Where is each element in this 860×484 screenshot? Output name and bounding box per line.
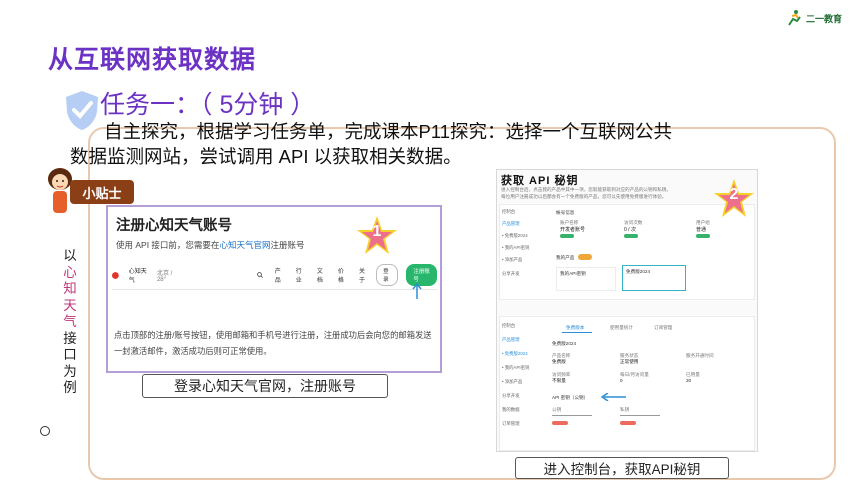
login-button[interactable]: 登录 [376,264,399,286]
detail-value: 正常使用 [620,359,639,364]
nav-city: 北京 / 28° [156,270,173,283]
side-item[interactable]: 订单管理 [502,421,550,427]
side-note-char: 以 [63,248,77,263]
arrow-left-icon [600,393,626,401]
side-menu-bottom: 控制台 产品管理 • 免费版2024 • 我的API密钥 • 添加产品 分享开发… [502,323,550,427]
product-card-selected[interactable]: 免费版2024 [622,265,686,291]
acct-value: 0 / 次 [624,227,636,233]
side-note-char: 口 [63,347,77,362]
side-item[interactable]: 分享开发 [502,271,550,277]
nav-item-industry[interactable]: 行业 [296,266,305,284]
detail-value: 不限量 [552,378,566,383]
side-menu-top: 控制台 产品管理 • 免费版2024 • 我的API密钥 • 添加产品 分享开发 [502,209,550,277]
console-bottom: 控制台 产品管理 • 免费版2024 • 我的API密钥 • 添加产品 分享开发… [499,316,755,451]
nav-divider [112,289,437,290]
side-item[interactable]: • 添加产品 [502,379,550,385]
register-subtitle: 使用 API 接口前，您需要在心知天气官网注册账号 [116,239,304,251]
api-key-label: API 密钥（公钥） [552,395,589,400]
side-item[interactable]: 控制台 [502,209,550,215]
api-key-title: 获取 API 秘钥 [501,175,579,187]
nav-brand: 心知天气 [128,269,147,284]
detail-value: 20 [686,378,692,383]
step2-star: 2 [713,178,755,218]
detail-label: 每日/月访问量 [620,372,649,377]
console-top: 控制台 产品管理 • 免费版2024 • 我的API密钥 • 添加产品 分享开发… [499,204,755,300]
side-note-char: 心 [63,264,77,280]
brand-logo: 二一教育 [785,8,855,28]
tab-usage[interactable]: 使用量统计 [610,325,633,331]
task-description: 自主探究，根据学习任务单，完成课本P11探究：选择一个互联网公共 数据监测网站，… [70,119,830,169]
side-item[interactable]: 我的数据 [502,407,550,413]
register-instructions: 点击顶部的注册/账号按钮，使用邮箱和手机号进行注册，注册成功后会向您的邮箱发送一… [114,330,432,356]
detail-value: 免费版 [552,359,566,364]
new-badge [578,254,592,260]
step1-caption: 登录心知天气官网，注册账号 [142,374,388,398]
copy-button[interactable] [620,421,636,425]
account-section-title: 帐号信息 [556,210,575,215]
acct-value: 普通 [696,227,707,233]
product-card-name: 我的API密钥 [560,271,586,276]
nav-item-products[interactable]: 产品 [275,266,284,284]
tab-subscribe[interactable]: 订阅管理 [654,325,672,331]
nav-item-about[interactable]: 关于 [359,266,368,284]
side-note-char: 天 [63,297,77,313]
private-key-label: 私钥 [620,407,630,412]
side-note-char: 例 [63,380,77,395]
step2-caption: 进入控制台，获取API秘钥 [515,457,729,479]
products-section-title: 我的产品 [556,255,575,260]
seniverse-link[interactable]: 心知天气官网 [219,240,270,250]
bullet-circle [40,426,50,436]
side-note: 以心知天气接口为例 [60,248,80,397]
brand-icon [112,271,119,279]
acct-pill[interactable] [696,234,710,238]
side-item[interactable]: • 添加产品 [502,257,550,263]
product-card[interactable]: 我的API密钥 [556,267,616,291]
step1-star: 1 [356,215,398,255]
nav-item-docs[interactable]: 文档 [317,266,326,284]
side-item[interactable]: 产品管理 [502,337,550,343]
public-key-field[interactable] [552,415,592,416]
side-item[interactable]: 产品管理 [502,221,550,227]
task-desc-line2: 数据监测网站，尝试调用 API 以获取相关数据。 [70,146,462,167]
tab-free[interactable]: 免费版本 [566,325,584,331]
nav-item-price[interactable]: 价格 [338,266,347,284]
slide-title: 从互联网获取数据 [48,46,257,74]
product-card-name: 免费版2024 [626,269,651,274]
api-intro-1: 进入控制台后，点击我的产品中其中一项，您就能获取到对应的产品的公钥和私钥。 [501,187,671,192]
side-item[interactable]: • 我的API密钥 [502,365,550,371]
api-intro-2: 每位用户注册成功以后都会有一个免费版的产品，您可以先使用免费版进行体验。 [501,194,667,199]
arrow-up-icon [412,283,422,299]
tab-underline [562,332,592,333]
side-note-char: 知 [63,281,77,296]
detail-title: 免费版2024 [552,341,577,346]
register-title: 注册心知天气账号 [116,218,232,234]
register-sub-suffix: 注册账号 [270,240,305,250]
search-icon[interactable] [256,271,263,279]
side-note-char: 接 [63,330,77,346]
side-note-char: 气 [63,314,77,329]
private-key-field[interactable] [620,415,660,416]
side-item[interactable]: • 我的API密钥 [502,245,550,251]
step1-number: 1 [372,223,382,240]
detail-label: 服务开通时间 [686,353,714,358]
acct-value: 开发者账号 [560,227,586,233]
side-note-char: 为 [63,363,77,379]
side-item[interactable]: • 免费版2024 [502,233,550,239]
logo-text: 二一教育 [806,13,843,24]
runner-icon [788,10,801,26]
public-key-label: 公钥 [552,407,562,412]
tip-badge: 小贴士 [70,180,134,204]
side-item[interactable]: 分享开发 [502,393,550,399]
side-item[interactable]: • 免费版2024 [502,351,550,357]
task-desc-line1: 自主探究，根据学习任务单，完成课本P11探究：选择一个互联网公共 [104,121,673,142]
side-item[interactable]: 控制台 [502,323,550,329]
register-sub-prefix: 使用 API 接口前，您需要在 [116,240,220,250]
task-title: 任务一：（ 5分钟 ） [100,91,316,119]
copy-button[interactable] [552,421,568,425]
step2-number: 2 [729,186,739,203]
acct-pill[interactable] [624,234,638,238]
detail-value: 0 [620,378,623,383]
site-navbar: 心知天气 北京 / 28° 产品 行业 文档 价格 关于 登录 注册账号 [112,264,438,286]
acct-pill[interactable] [560,234,574,238]
